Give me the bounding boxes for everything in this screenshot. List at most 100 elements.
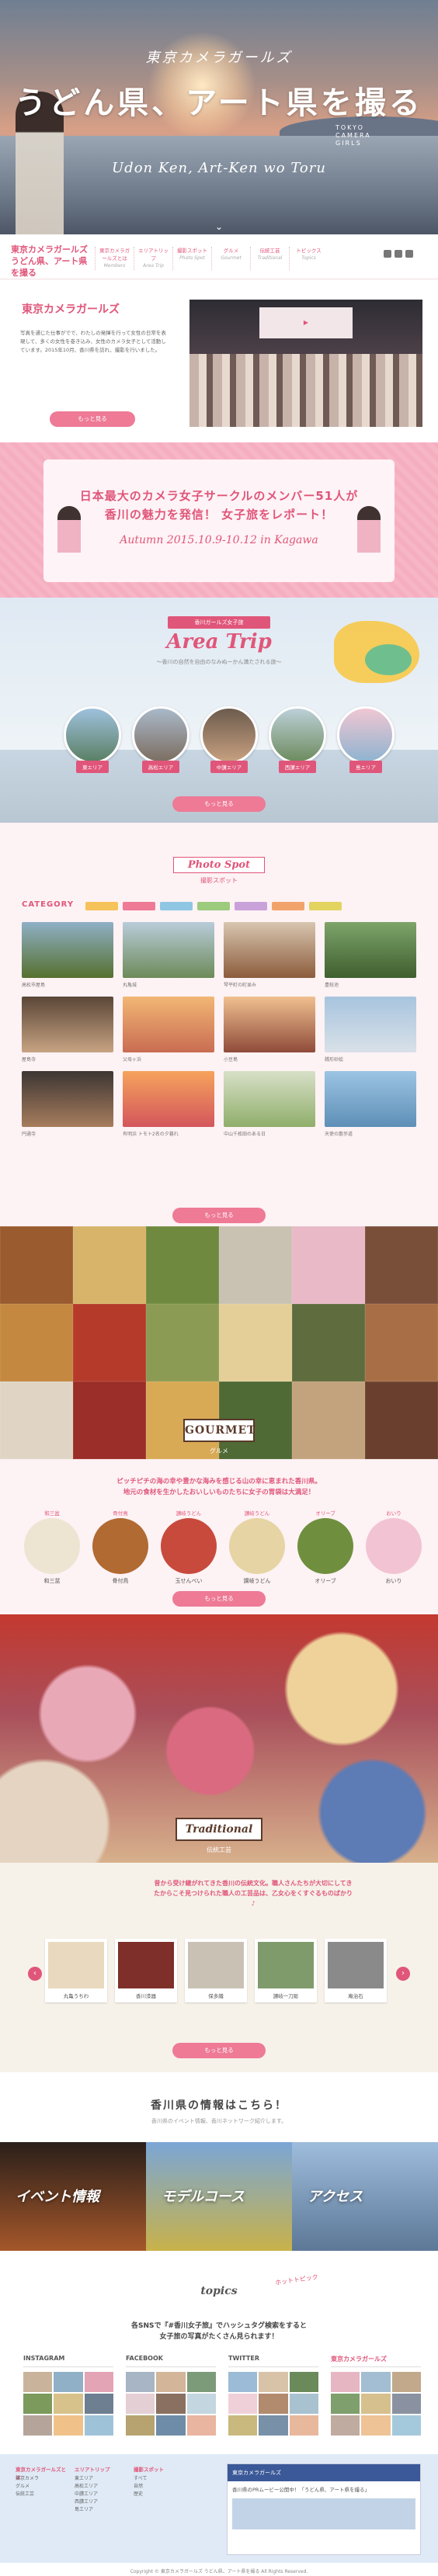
scroll-down-icon[interactable]: ⌄ (214, 221, 224, 232)
craft-card[interactable]: 讃岐一刀彫 (255, 1939, 317, 2002)
feed-photo[interactable] (126, 2372, 155, 2392)
nav-item-topics[interactable]: トピックス Topics (289, 247, 328, 270)
food-item[interactable]: 和三盆 和三盆 (23, 1509, 81, 1585)
feed-photo[interactable] (361, 2394, 391, 2414)
feed-photo[interactable] (54, 2372, 83, 2392)
spot-card[interactable]: 丸亀城 (123, 922, 214, 989)
nav-item-traditional[interactable]: 伝統工芸 Traditional (250, 247, 289, 270)
gourmet-more-button[interactable]: もっと見る (172, 1591, 266, 1607)
instagram-icon[interactable] (405, 250, 413, 258)
footer-link[interactable]: 島エリア (75, 2505, 126, 2513)
category-tag[interactable] (197, 902, 230, 910)
feed-photo[interactable] (228, 2372, 258, 2392)
spot-card[interactable]: 琴平町の町並み (224, 922, 315, 989)
area-item[interactable]: 高松エリア (132, 706, 189, 773)
feed-photo[interactable] (186, 2415, 216, 2436)
feed-photo[interactable] (391, 2394, 421, 2414)
spot-card[interactable]: 屋島寺 (22, 997, 113, 1063)
feed-photo[interactable] (186, 2394, 216, 2414)
food-item[interactable]: 讃岐うどん 玉せんべい (160, 1509, 217, 1585)
category-tag[interactable] (85, 902, 118, 910)
footer-link[interactable]: 東京カメラ (16, 2474, 67, 2482)
facebook-widget-image[interactable] (232, 2498, 415, 2529)
food-item[interactable]: 骨付鳥 骨付鳥 (92, 1509, 149, 1585)
nav-item-area[interactable]: エリアトリップ Area Trip (134, 247, 172, 270)
spot-card[interactable]: 銭形砂絵 (325, 997, 416, 1063)
feed-photo[interactable] (331, 2394, 360, 2414)
site-logo[interactable]: 東京カメラガールズ うどん県、アート県を撮る (11, 244, 89, 278)
feed-photo[interactable] (126, 2415, 155, 2436)
footer-link[interactable]: 高松エリア (75, 2482, 126, 2490)
category-tag[interactable] (272, 902, 304, 910)
feed-photo[interactable] (361, 2415, 391, 2436)
spot-card[interactable]: 天使の散歩道 (325, 1071, 416, 1138)
feed-photo[interactable] (228, 2394, 258, 2414)
instagram-heading[interactable]: INSTAGRAM (23, 2355, 113, 2367)
feed-photo[interactable] (23, 2372, 53, 2392)
food-item[interactable]: オリーブ オリーブ (297, 1509, 354, 1585)
footer-link[interactable]: 東エリア (75, 2474, 126, 2482)
feed-photo[interactable] (156, 2394, 186, 2414)
spot-card[interactable]: 中山千枚田のある日 (224, 1071, 315, 1138)
info-card-course[interactable]: モデルコース (146, 2142, 292, 2251)
craft-card[interactable]: 丸亀うちわ (45, 1939, 107, 2002)
feed-photo[interactable] (156, 2415, 186, 2436)
feed-photo[interactable] (23, 2394, 53, 2414)
feed-photo[interactable] (391, 2415, 421, 2436)
area-item[interactable]: 島エリア (337, 706, 395, 773)
area-item[interactable]: 東エリア (64, 706, 121, 773)
feed-photo[interactable] (54, 2415, 83, 2436)
footer-col-head[interactable]: 撮影スポット (134, 2465, 185, 2474)
feed-photo[interactable] (156, 2372, 186, 2392)
footer-col-head[interactable]: 東京カメラガールズとは (16, 2465, 67, 2481)
footer-link[interactable]: すべて (134, 2474, 185, 2482)
category-tag[interactable] (160, 902, 193, 910)
info-card-access[interactable]: アクセス (292, 2142, 438, 2251)
footer-link[interactable]: 歴史 (134, 2490, 185, 2498)
feed-photo[interactable] (391, 2372, 421, 2392)
prev-arrow-icon[interactable]: ‹ (28, 1967, 42, 1981)
feed-photo[interactable] (259, 2372, 288, 2392)
spot-card[interactable]: 小豆島 (224, 997, 315, 1063)
feed-photo[interactable] (126, 2394, 155, 2414)
tcg-heading[interactable]: 東京カメラガールズ (331, 2355, 421, 2367)
spot-card[interactable]: 豊稔池 (325, 922, 416, 989)
footer-link[interactable]: 中讃エリア (75, 2490, 126, 2498)
next-arrow-icon[interactable]: › (396, 1967, 410, 1981)
feed-photo[interactable] (228, 2415, 258, 2436)
twitter-icon[interactable] (395, 250, 402, 258)
footer-link[interactable]: 伝統工芸 (16, 2490, 67, 2498)
feed-photo[interactable] (361, 2372, 391, 2392)
feed-photo[interactable] (23, 2415, 53, 2436)
feed-photo[interactable] (54, 2394, 83, 2414)
category-tag[interactable] (123, 902, 155, 910)
spot-card[interactable]: 父母ヶ浜 (123, 997, 214, 1063)
facebook-widget-header[interactable]: 東京カメラガールズ (228, 2464, 420, 2481)
feed-photo[interactable] (289, 2394, 318, 2414)
footer-link[interactable]: 西讃エリア (75, 2498, 126, 2505)
feed-photo[interactable] (84, 2415, 113, 2436)
category-tag[interactable] (309, 902, 342, 910)
nav-item-members[interactable]: 東京カメラガールズとは Members (95, 247, 134, 270)
about-more-button[interactable]: もっと見る (50, 411, 135, 427)
traditional-more-button[interactable]: もっと見る (172, 2043, 266, 2058)
craft-card[interactable]: 保多織 (185, 1939, 247, 2002)
spot-card[interactable]: 円通寺 (22, 1071, 113, 1138)
info-card-event[interactable]: イベント情報 (0, 2142, 146, 2251)
feed-photo[interactable] (289, 2415, 318, 2436)
area-item[interactable]: 中讃エリア (200, 706, 258, 773)
twitter-heading[interactable]: TWITTER (228, 2355, 318, 2367)
footer-col-head[interactable]: エリアトリップ (75, 2465, 126, 2474)
area-more-button[interactable]: もっと見る (172, 796, 266, 812)
facebook-heading[interactable]: FACEBOOK (126, 2355, 216, 2367)
feed-photo[interactable] (84, 2394, 113, 2414)
area-item[interactable]: 西讃エリア (269, 706, 326, 773)
food-item[interactable]: 讃岐うどん 讃岐うどん (228, 1509, 286, 1585)
feed-photo[interactable] (331, 2415, 360, 2436)
spot-card[interactable]: 有明浜 トモト2名の夕暮れ (123, 1071, 214, 1138)
feed-photo[interactable] (259, 2415, 288, 2436)
food-item[interactable]: おいり おいり (365, 1509, 422, 1585)
craft-card[interactable]: 庵治石 (325, 1939, 387, 2002)
spot-more-button[interactable]: もっと見る (172, 1208, 266, 1223)
feed-photo[interactable] (259, 2394, 288, 2414)
